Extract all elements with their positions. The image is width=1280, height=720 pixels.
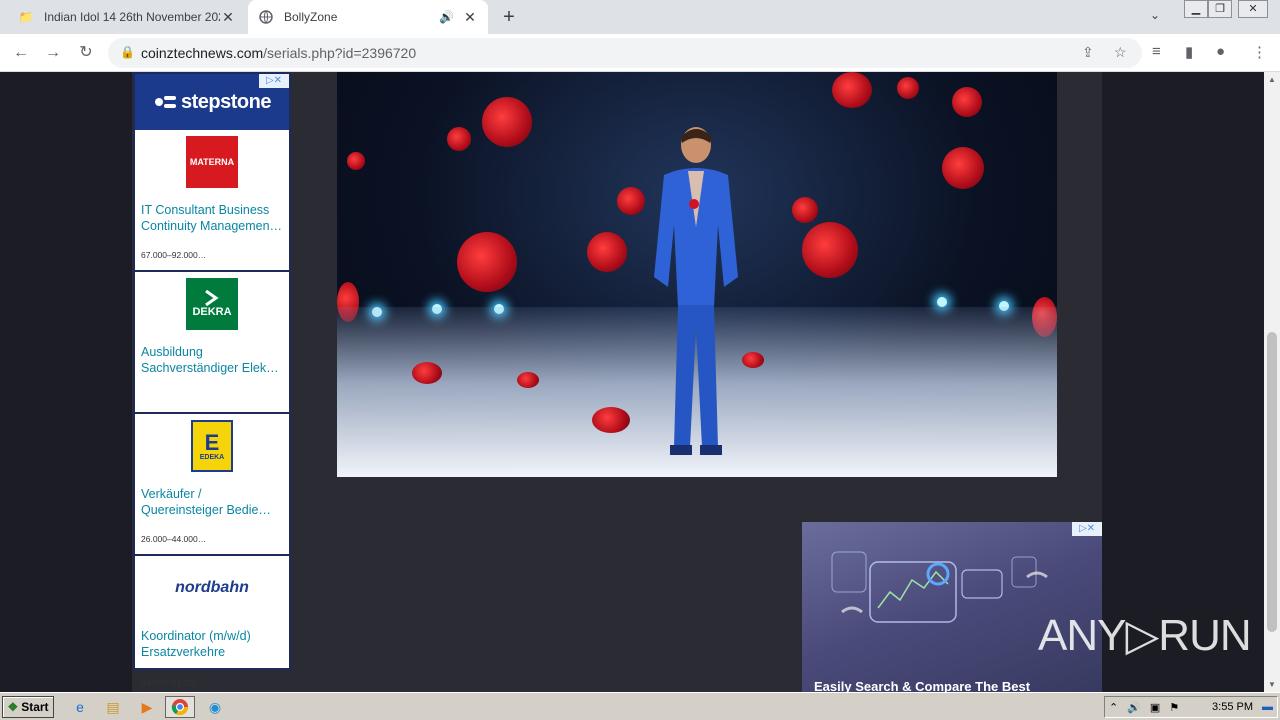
chevron-down-icon[interactable]: ⌄ (1150, 8, 1160, 22)
browser-toolbar: ← → ↻ 🔒 coinztechnews.com/serials.php?id… (0, 34, 1280, 72)
rose-petal (412, 362, 442, 384)
job-listing[interactable]: nordbahn Koordinator (m/w/d) Ersatzverke… (135, 562, 289, 698)
edeka-e-icon: E (204, 429, 220, 455)
rose-decoration (347, 152, 365, 170)
close-tab-icon[interactable]: ✕ (220, 9, 236, 25)
scroll-thumb[interactable] (1267, 332, 1277, 632)
minimize-button[interactable]: ▁ (1184, 0, 1208, 18)
rose-decoration (482, 97, 532, 147)
media-control-icon[interactable]: ≡ (1152, 43, 1161, 60)
flag-icon[interactable]: ⚑ (1169, 701, 1179, 714)
internet-explorer-icon[interactable]: e (70, 697, 90, 717)
url-text: coinztechnews.com/serials.php?id=2396720 (141, 45, 417, 61)
dekra-logo: DEKRA (186, 278, 238, 330)
tab-title: Indian Idol 14 26th November 2023 · (44, 10, 220, 24)
profile-icon[interactable]: ● (1216, 43, 1225, 60)
forward-arrow-icon[interactable]: → (41, 41, 65, 65)
job-title[interactable]: IT Consultant Business Continuity Manage… (141, 202, 283, 234)
reload-icon[interactable]: ↻ (74, 41, 98, 65)
share-icon[interactable]: ⇪ (1082, 44, 1094, 61)
edeka-logo: E EDEKA (191, 420, 233, 472)
windows-taskbar: ❖ Start e ▤ ▶ ◉ ⌃ 🔊 ▣ ⚑ 3:55 PM ▬ (0, 692, 1280, 720)
left-job-ad[interactable]: ▷✕ stepstone MATERNA IT Consultant Busin… (133, 72, 291, 688)
tab-title: BollyZone (284, 10, 338, 24)
scroll-up-icon[interactable]: ▲ (1264, 75, 1280, 84)
rose-decoration (942, 147, 984, 189)
job-salary: 34.000–51.000… (141, 678, 207, 688)
edge-icon[interactable]: ◉ (205, 697, 225, 717)
rose-decoration (457, 232, 517, 292)
video-player[interactable] (337, 72, 1057, 477)
rose-decoration (617, 187, 645, 215)
rose-decoration (447, 127, 471, 151)
close-tab-icon[interactable]: ✕ (462, 9, 478, 25)
stepstone-mark-icon (155, 96, 177, 108)
folder-icon: 📁 (18, 10, 34, 24)
show-desktop-icon[interactable]: ▬ (1262, 701, 1273, 713)
rose-decoration (792, 197, 818, 223)
stage-light (937, 297, 947, 307)
rose-decoration (952, 87, 982, 117)
anyrun-watermark: ANY▷RUN (1038, 611, 1252, 660)
job-title[interactable]: Verkäufer / Quereinsteiger Bedie… (141, 486, 283, 518)
rose-decoration (587, 232, 627, 272)
new-tab-button[interactable]: + (498, 6, 520, 28)
media-player-icon[interactable]: ▶ (137, 697, 157, 717)
rose-decoration (832, 72, 872, 108)
volume-icon[interactable]: 🔊 (1127, 701, 1141, 714)
job-title[interactable]: Koordinator (m/w/d) Ersatzverkehre (141, 628, 283, 660)
star-icon[interactable]: ☆ (1114, 44, 1127, 61)
singer-figure (654, 127, 738, 455)
windows-logo-icon: ❖ (7, 700, 19, 714)
start-button[interactable]: ❖ Start (2, 696, 54, 718)
tab-indian-idol[interactable]: 📁 Indian Idol 14 26th November 2023 · ✕ (8, 0, 246, 34)
address-bar[interactable]: 🔒 coinztechnews.com/serials.php?id=23967… (108, 38, 1142, 68)
dekra-mark-icon (205, 290, 219, 306)
rose-petal (592, 407, 630, 433)
job-listing[interactable]: MATERNA IT Consultant Business Continuit… (135, 136, 289, 272)
materna-logo: MATERNA (186, 136, 238, 188)
tab-strip: 📁 Indian Idol 14 26th November 2023 · ✕ … (0, 0, 1280, 34)
menu-kebab-icon[interactable]: ⋮ (1252, 43, 1267, 61)
chrome-icon[interactable] (165, 696, 195, 718)
job-salary: 67.000–92.000… (141, 250, 207, 260)
globe-icon (258, 9, 274, 25)
rose-petal (517, 372, 539, 388)
back-arrow-icon[interactable]: ← (9, 41, 33, 65)
rose-decoration (802, 222, 858, 278)
folder-icon[interactable]: ▤ (103, 697, 123, 717)
system-tray: ⌃ 🔊 ▣ ⚑ 3:55 PM ▬ (1104, 696, 1278, 718)
ad-headline[interactable]: Easily Search & Compare The Best (814, 679, 1030, 692)
close-window-button[interactable]: ✕ (1238, 0, 1268, 18)
right-banner-ad[interactable]: ▷✕ Easily Search & Compare The Best (802, 522, 1102, 692)
job-listing[interactable]: E EDEKA Verkäufer / Quereinsteiger Bedie… (135, 420, 289, 556)
rose-decoration (897, 77, 919, 99)
tray-expand-icon[interactable]: ⌃ (1109, 701, 1118, 714)
page-scrollbar[interactable]: ▲ ▼ (1264, 72, 1280, 692)
trading-chart-illustration (831, 551, 1048, 623)
nordbahn-logo: nordbahn (175, 579, 249, 596)
job-title[interactable]: Ausbildung Sachverständiger Elek… (141, 344, 283, 376)
lock-icon: 🔒 (120, 45, 135, 59)
restore-button[interactable]: ❐ (1208, 0, 1232, 18)
adchoices-icon[interactable]: ▷✕ (259, 74, 289, 88)
scroll-down-icon[interactable]: ▼ (1264, 680, 1280, 689)
network-icon[interactable]: ▣ (1150, 701, 1160, 714)
clock[interactable]: 3:55 PM (1212, 701, 1253, 713)
speaker-icon[interactable]: 🔊 (439, 10, 454, 24)
job-listing[interactable]: DEKRA Ausbildung Sachverständiger Elek… (135, 278, 289, 414)
tab-bollyzone[interactable]: BollyZone 🔊 ✕ (248, 0, 488, 34)
job-salary: 26.000–44.000… (141, 534, 207, 544)
side-panel-icon[interactable]: ▮ (1185, 43, 1193, 61)
